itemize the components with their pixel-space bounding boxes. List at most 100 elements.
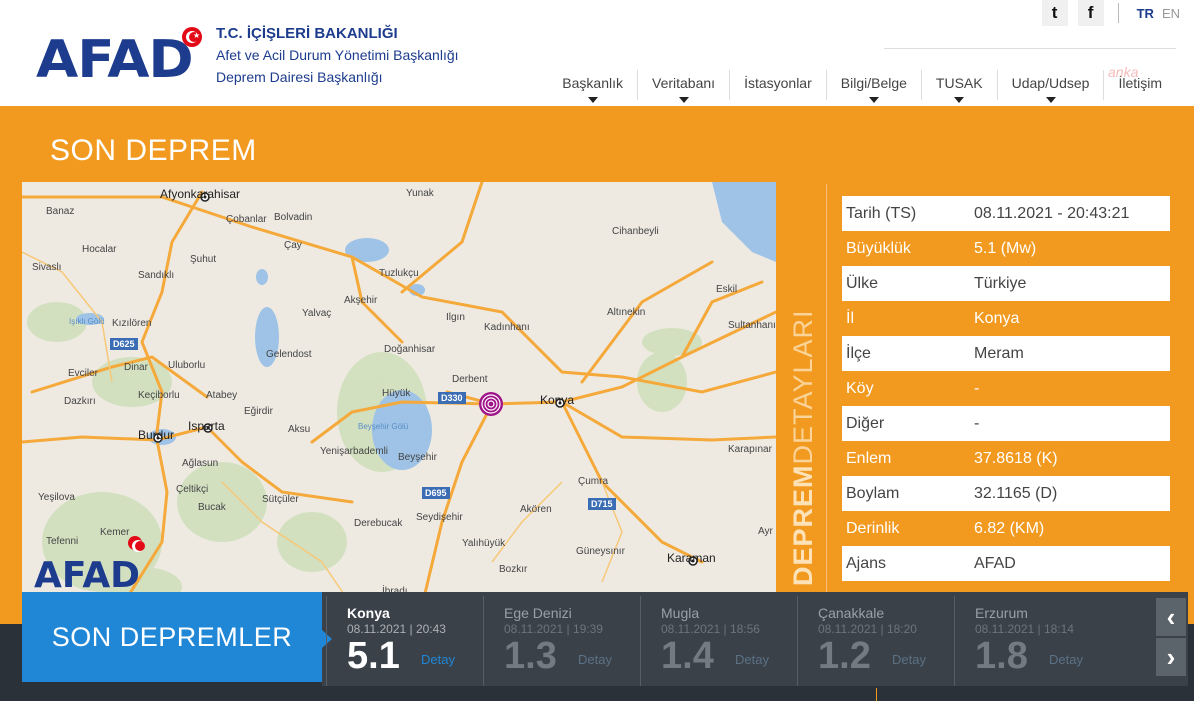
nav-item-veritabani[interactable]: Veritabanı — [638, 70, 731, 103]
ministry-title: T.C. İÇİŞLERİ BAKANLIĞI — [216, 25, 398, 42]
quake-magnitude: 1.8 — [975, 635, 1028, 677]
nav-item-istasyonlar[interactable]: İstasyonlar — [730, 70, 827, 100]
quake-magnitude: 5.1 — [347, 635, 400, 677]
map-place-label: Çeltikçi — [176, 484, 208, 495]
prev-arrow-icon[interactable]: ‹ — [1156, 598, 1186, 636]
caret-down-icon — [678, 97, 689, 103]
earthquake-map[interactable]: D625 D330 D695 D715 Işıklı Gölü Beyşehir… — [22, 182, 776, 606]
nav-item-udap-udsep[interactable]: Udap/Udsep — [998, 70, 1105, 103]
detail-label: Büyüklük — [846, 239, 911, 257]
road-label: D330 — [441, 393, 463, 403]
map-place-label: Uluborlu — [168, 360, 205, 371]
map-place-label: Yalvaç — [302, 308, 331, 319]
detail-link[interactable]: Detay — [892, 652, 926, 667]
lake-label: Işıklı Gölü — [69, 317, 105, 326]
quake-location: Erzurum — [975, 605, 1028, 621]
next-arrow-icon[interactable]: › — [1156, 638, 1186, 676]
lang-tr[interactable]: TR — [1137, 6, 1154, 21]
turkish-flag-icon: ★ — [182, 27, 202, 47]
map-place-label: Altınekin — [607, 307, 645, 318]
quake-magnitude: 1.2 — [818, 635, 871, 677]
detail-row: Büyüklük 5.1 (Mw) — [842, 231, 1170, 266]
caret-down-icon — [587, 97, 598, 103]
detail-value: Meram — [974, 344, 1024, 362]
epicenter-marker-icon[interactable] — [479, 392, 503, 416]
map-place-label: Evciler — [68, 368, 99, 379]
nav-item-baskanlik[interactable]: Başkanlık — [548, 70, 638, 103]
afad-logo[interactable]: AFAD — [36, 34, 194, 86]
detail-value: AFAD — [974, 554, 1016, 572]
detail-value: Konya — [974, 309, 1020, 327]
map-place-label: Çumra — [578, 476, 608, 487]
main-nav: Başkanlık Veritabanı İstasyonlar Bilgi/B… — [548, 70, 1176, 103]
lang-en[interactable]: EN — [1162, 6, 1180, 21]
detail-value: 5.1 (Mw) — [974, 239, 1037, 257]
department-name: Deprem Dairesi Başkanlığı — [216, 69, 383, 85]
road-label: D625 — [113, 339, 135, 349]
map-place-label: Cihanbeyli — [612, 226, 659, 237]
map-place-label: Ilgın — [446, 312, 465, 323]
map-place-label: Aksu — [288, 424, 310, 435]
detail-row: Köy - — [842, 371, 1170, 406]
twitter-icon[interactable]: t — [1041, 0, 1068, 26]
detail-link[interactable]: Detay — [1049, 652, 1083, 667]
map-place-label: Karaman — [667, 551, 716, 565]
detail-value: 32.1165 (D) — [974, 484, 1058, 502]
quake-location: Mugla — [661, 605, 700, 621]
nav-item-bilgi-belge[interactable]: Bilgi/Belge — [827, 70, 922, 103]
detail-label: Boylam — [846, 484, 900, 502]
site-header: AFAD ★ T.C. İÇİŞLERİ BAKANLIĞI Afet ve A… — [0, 0, 1194, 106]
deprem-detaylari-label: DEPREMDETAYLARI — [788, 309, 818, 586]
map-place-label: Yunak — [406, 188, 435, 199]
detail-label: İl — [846, 309, 854, 327]
nav-item-tusak[interactable]: TUSAK — [922, 70, 998, 103]
detail-value: Türkiye — [974, 274, 1027, 292]
map-place-label: Akören — [520, 504, 552, 515]
detail-value: 08.11.2021 - 20:43:21 — [974, 204, 1130, 222]
divider — [876, 688, 877, 701]
map-place-label: Şuhut — [190, 254, 216, 265]
recent-quakes-title: SON DEPREMLER — [22, 592, 332, 682]
earthquake-details: Tarih (TS) 08.11.2021 - 20:43:21 Büyüklük 5… — [842, 196, 1170, 581]
recent-quake-item[interactable]: Erzurum 08.11.2021 | 18:14 1.8 Detay — [954, 596, 1111, 686]
detail-label: Tarih (TS) — [846, 204, 917, 222]
recent-quake-item[interactable]: Çanakkale 08.11.2021 | 18:20 1.2 Detay — [797, 596, 954, 686]
detail-label: Diğer — [846, 414, 885, 432]
divider — [1117, 3, 1119, 23]
map-place-label: Kızılören — [112, 318, 151, 329]
map-place-label: Seydişehir — [416, 512, 463, 523]
map-place-label: Sultanhanı — [728, 320, 776, 331]
recent-quake-item[interactable]: Ege Denizi 08.11.2021 | 19:39 1.3 Detay — [483, 596, 640, 686]
detail-label: Köy — [846, 379, 874, 397]
map-place-label: Keçiborlu — [138, 390, 180, 401]
section-title: SON DEPREM — [50, 134, 257, 167]
map-place-label: Gelendost — [266, 349, 312, 360]
facebook-icon[interactable]: f — [1077, 0, 1104, 26]
detail-label: Ülke — [846, 274, 879, 292]
quake-magnitude: 1.3 — [504, 635, 557, 677]
detail-link[interactable]: Detay — [578, 652, 612, 667]
map-place-label: Sütçüler — [262, 494, 299, 505]
map-place-label: Beyşehir — [398, 452, 438, 463]
detail-row: İlçe Meram — [842, 336, 1170, 371]
map-place-label: Ağlasun — [182, 458, 218, 469]
caret-down-icon — [1045, 97, 1056, 103]
detail-row: Tarih (TS) 08.11.2021 - 20:43:21 — [842, 196, 1170, 231]
map-place-label: Dinar — [124, 362, 149, 373]
map-place-label: Bozkır — [499, 564, 528, 575]
divider — [884, 48, 1176, 49]
turkish-flag-icon — [128, 536, 145, 552]
map-place-label: Doğanhisar — [384, 344, 436, 355]
map-place-label: Derebucak — [354, 518, 403, 529]
quake-location: Konya — [347, 605, 390, 621]
detail-link[interactable]: Detay — [735, 652, 769, 667]
map-place-label: Burdur — [138, 428, 174, 442]
road-label: D695 — [425, 488, 447, 498]
map-place-label: Eğirdir — [244, 406, 274, 417]
map-place-label: Isparta — [188, 419, 225, 433]
quake-location: Çanakkale — [818, 605, 885, 621]
recent-quake-item[interactable]: Konya 08.11.2021 | 20:43 5.1 Detay — [326, 596, 483, 686]
detail-link[interactable]: Detay — [421, 652, 455, 667]
map-place-label: Yeşilova — [38, 492, 75, 503]
recent-quake-item[interactable]: Mugla 08.11.2021 | 18:56 1.4 Detay — [640, 596, 797, 686]
